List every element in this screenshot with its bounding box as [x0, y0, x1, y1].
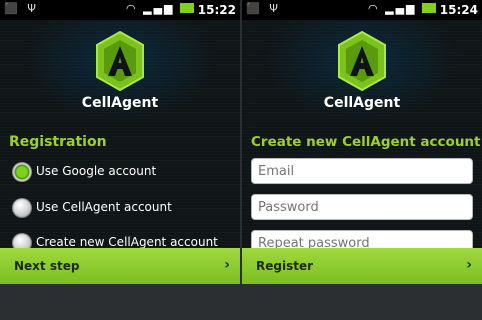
password-field[interactable]: [251, 194, 473, 220]
app-name: CellAgent: [81, 95, 159, 111]
next-step-button[interactable]: Next step ›: [0, 248, 240, 284]
status-time: 15:22: [197, 3, 236, 17]
create-account-screen: ⬛ Ψ ◠ ▂▄▆ 15:24 CellAgent Create new Cel…: [242, 0, 482, 320]
option-label: Use CellAgent account: [36, 200, 172, 214]
app-name: CellAgent: [323, 95, 401, 111]
status-bar: ⬛ Ψ ◠ ▂▄▆ 15:22: [0, 0, 240, 20]
register-label: Register: [256, 259, 314, 273]
status-bar: ⬛ Ψ ◠ ▂▄▆ 15:24: [242, 0, 482, 20]
battery-icon: [422, 3, 436, 13]
radio-unchecked-icon[interactable]: [12, 198, 32, 218]
android-icon: ⬛: [246, 2, 260, 15]
registration-screen: ⬛ Ψ ◠ ▂▄▆ 15:22 CellAgent Registration U…: [0, 0, 240, 320]
usb-icon: Ψ: [269, 2, 278, 15]
wifi-icon: ◠: [126, 2, 138, 15]
wifi-icon: ◠: [368, 2, 380, 15]
status-time: 15:24: [439, 3, 478, 17]
battery-icon: [180, 3, 194, 13]
email-field[interactable]: [251, 158, 473, 184]
screen-content: CellAgent Registration Use Google accoun…: [0, 20, 240, 320]
usb-icon: Ψ: [27, 2, 36, 15]
section-title: Registration: [9, 134, 107, 150]
next-step-label: Next step: [14, 259, 80, 273]
android-icon: ⬛: [4, 2, 18, 15]
chevron-right-icon: ›: [466, 257, 472, 273]
signal-icon: ▂▄▆: [143, 2, 175, 15]
section-title: Create new CellAgent account: [251, 134, 481, 150]
option-label: Use Google account: [36, 164, 157, 178]
register-button[interactable]: Register ›: [242, 248, 482, 284]
bottom-area: [0, 284, 240, 320]
cellagent-logo-icon: [96, 30, 144, 92]
screenshot-pair: ⬛ Ψ ◠ ▂▄▆ 15:22 CellAgent Registration U…: [0, 0, 482, 320]
option-label: Create new CellAgent account: [36, 235, 218, 249]
chevron-right-icon: ›: [224, 257, 230, 273]
signal-icon: ▂▄▆: [385, 2, 417, 15]
screen-content: CellAgent Create new CellAgent account R…: [242, 20, 482, 320]
radio-checked-icon[interactable]: [12, 162, 32, 182]
cellagent-logo-icon: [338, 30, 386, 92]
bottom-area: [242, 284, 482, 320]
